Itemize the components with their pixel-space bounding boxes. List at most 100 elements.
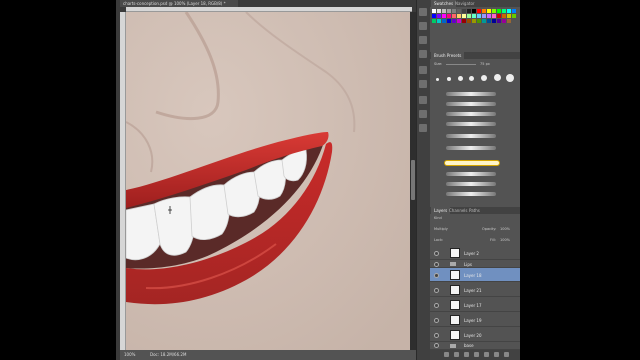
layer-group-row[interactable] xyxy=(430,260,520,268)
brush-tip-6[interactable] xyxy=(494,74,501,81)
brush-stroke-3[interactable] xyxy=(446,112,496,116)
color-swatch[interactable] xyxy=(497,14,501,18)
color-swatch[interactable] xyxy=(442,19,446,23)
color-swatch[interactable] xyxy=(462,19,466,23)
document-tab[interactable]: charts-conception.psd @ 100% (Layer 18, … xyxy=(120,0,238,7)
zoom-level[interactable]: 100% xyxy=(124,350,135,360)
color-swatch[interactable] xyxy=(457,19,461,23)
color-swatch[interactable] xyxy=(442,14,446,18)
visibility-eye-icon[interactable] xyxy=(434,273,439,278)
layer-style-icon[interactable] xyxy=(454,352,459,357)
trash-icon[interactable] xyxy=(504,352,509,357)
color-swatch[interactable] xyxy=(467,14,471,18)
visibility-eye-icon[interactable] xyxy=(434,288,439,293)
brush-stroke-selected[interactable] xyxy=(444,160,500,166)
new-layer-icon[interactable] xyxy=(494,352,499,357)
color-swatch[interactable] xyxy=(447,14,451,18)
color-swatch[interactable] xyxy=(467,19,471,23)
color-icon[interactable] xyxy=(419,22,427,30)
new-group-icon[interactable] xyxy=(484,352,489,357)
visibility-eye-icon[interactable] xyxy=(434,333,439,338)
adjustment-layer-icon[interactable] xyxy=(474,352,479,357)
color-swatch[interactable] xyxy=(447,19,451,23)
color-swatch[interactable] xyxy=(432,19,436,23)
color-swatch[interactable] xyxy=(467,9,471,13)
brush-stroke-6[interactable] xyxy=(446,146,496,150)
color-swatch[interactable] xyxy=(442,9,446,13)
color-swatch[interactable] xyxy=(482,9,486,13)
color-swatch[interactable] xyxy=(507,9,511,13)
color-swatch[interactable] xyxy=(487,19,491,23)
tab-brush-presets[interactable]: Brush Presets xyxy=(431,52,465,59)
brush-tip-1[interactable] xyxy=(436,78,439,81)
size-slider[interactable] xyxy=(446,64,476,65)
color-swatch[interactable] xyxy=(477,14,481,18)
brush-stroke-2[interactable] xyxy=(446,102,496,106)
color-swatch[interactable] xyxy=(452,19,456,23)
visibility-eye-icon[interactable] xyxy=(434,251,439,256)
color-swatch[interactable] xyxy=(437,9,441,13)
color-swatch[interactable] xyxy=(457,14,461,18)
color-swatch[interactable] xyxy=(432,14,436,18)
color-swatch[interactable] xyxy=(492,14,496,18)
fill-value[interactable]: 100% xyxy=(500,238,510,242)
color-swatch[interactable] xyxy=(477,19,481,23)
styles-icon[interactable] xyxy=(419,50,427,58)
color-swatch[interactable] xyxy=(487,14,491,18)
color-swatch[interactable] xyxy=(502,14,506,18)
color-swatch[interactable] xyxy=(457,9,461,13)
color-swatch[interactable] xyxy=(482,14,486,18)
color-swatch[interactable] xyxy=(462,9,466,13)
visibility-eye-icon[interactable] xyxy=(434,318,439,323)
visibility-eye-icon[interactable] xyxy=(434,343,439,348)
tab-paths[interactable]: Paths xyxy=(466,207,483,214)
brush-tip-7[interactable] xyxy=(506,74,514,82)
color-swatch[interactable] xyxy=(472,14,476,18)
canvas[interactable] xyxy=(126,12,410,350)
color-swatch[interactable] xyxy=(432,9,436,13)
color-swatch[interactable] xyxy=(452,9,456,13)
brush-tip-4[interactable] xyxy=(469,76,474,81)
scrollbar-thumb[interactable] xyxy=(411,160,415,200)
color-swatch[interactable] xyxy=(512,9,516,13)
color-swatch[interactable] xyxy=(482,19,486,23)
color-swatch[interactable] xyxy=(487,9,491,13)
character-icon[interactable] xyxy=(419,96,427,104)
color-swatch[interactable] xyxy=(497,19,501,23)
layer-group-row[interactable] xyxy=(430,342,520,350)
brush-stroke-1[interactable] xyxy=(446,92,496,96)
add-mask-icon[interactable] xyxy=(464,352,469,357)
brush-tip-5[interactable] xyxy=(481,75,487,81)
opacity-value[interactable]: 100% xyxy=(500,227,510,231)
color-swatch[interactable] xyxy=(472,9,476,13)
color-swatch[interactable] xyxy=(492,9,496,13)
tab-navigator[interactable]: Navigator xyxy=(452,0,478,7)
brush-stroke-10[interactable] xyxy=(446,192,496,196)
color-swatch[interactable] xyxy=(437,14,441,18)
brush-stroke-9[interactable] xyxy=(446,182,496,186)
color-swatch[interactable] xyxy=(437,19,441,23)
brush-icon[interactable] xyxy=(419,66,427,74)
brush-stroke-5[interactable] xyxy=(446,134,496,138)
visibility-eye-icon[interactable] xyxy=(434,303,439,308)
layer-filter-kind[interactable]: Kind xyxy=(434,216,442,220)
color-swatch[interactable] xyxy=(502,19,506,23)
color-swatch[interactable] xyxy=(462,14,466,18)
adjustments-icon[interactable] xyxy=(419,36,427,44)
brush-tip-3[interactable] xyxy=(458,76,463,81)
blend-mode-select[interactable]: Multiply xyxy=(434,227,448,231)
tool-presets-icon[interactable] xyxy=(419,124,427,132)
color-swatch[interactable] xyxy=(477,9,481,13)
color-swatch[interactable] xyxy=(447,9,451,13)
brush-stroke-4[interactable] xyxy=(446,122,496,126)
visibility-eye-icon[interactable] xyxy=(434,262,439,267)
clone-source-icon[interactable] xyxy=(419,80,427,88)
link-layers-icon[interactable] xyxy=(444,352,449,357)
brush-stroke-8[interactable] xyxy=(446,172,496,176)
color-swatch[interactable] xyxy=(452,14,456,18)
color-swatch[interactable] xyxy=(507,19,511,23)
color-swatch[interactable] xyxy=(507,14,511,18)
color-swatch[interactable] xyxy=(472,19,476,23)
color-swatch[interactable] xyxy=(502,9,506,13)
brush-tip-2[interactable] xyxy=(447,77,451,81)
